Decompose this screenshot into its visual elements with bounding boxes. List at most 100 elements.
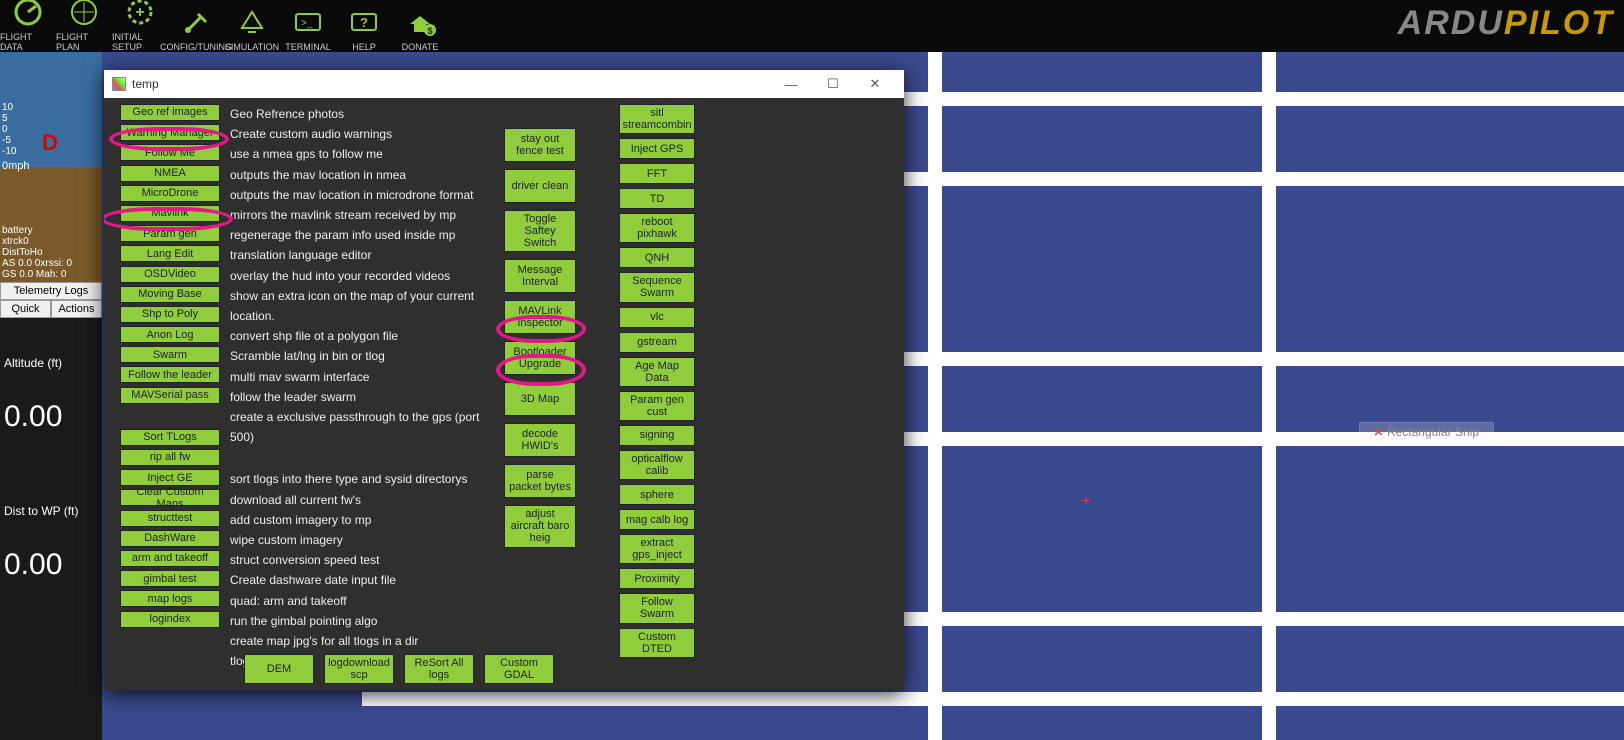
temp-btn-inject-gps[interactable]: Inject GPS (619, 138, 695, 159)
temp-desc: convert shp file ot a polygon file (230, 326, 500, 346)
temp-btn-follow-the-leader[interactable]: Follow the leader (120, 366, 220, 383)
temp-btn-moving-base[interactable]: Moving Base (120, 286, 220, 303)
maximize-button[interactable]: ☐ (812, 76, 854, 92)
temp-btn-dem[interactable]: DEM (244, 654, 314, 684)
temp-desc: quad: arm and takeoff (230, 591, 500, 611)
temp-btn-vlc[interactable]: vlc (619, 307, 695, 328)
temp-btn-clear-custom-maps[interactable]: Clear Custom Maps (120, 489, 220, 506)
temp-btn-driver-clean[interactable]: driver clean (504, 169, 576, 203)
dist-wp-value: 0.00 (4, 548, 98, 582)
temp-desc: wipe custom imagery (230, 530, 500, 550)
temp-btn-swarm[interactable]: Swarm (120, 346, 220, 363)
temp-btn-qnh[interactable]: QNH (619, 247, 695, 268)
temp-btn-gimbal-test[interactable]: gimbal test (120, 570, 220, 587)
temp-btn-param-gen-cust[interactable]: Param gen cust (619, 391, 695, 421)
button-column-2: stay out fence test driver clean Toggle Sa… (504, 128, 584, 548)
temp-btn-structtest[interactable]: structtest (120, 510, 220, 527)
temp-btn-message-interval[interactable]: Message Interval (504, 259, 576, 293)
temp-desc: overlay the hud into your recorded video… (230, 266, 500, 286)
temp-btn-signing[interactable]: signing (619, 425, 695, 446)
temp-btn-sequence-swarm[interactable]: Sequence Swarm (619, 272, 695, 302)
temp-desc: outputs the mav location in microdrone f… (230, 185, 500, 205)
temp-btn-sitl-streamcombin[interactable]: sitl streamcombin (619, 104, 695, 134)
temp-btn-follow-me[interactable]: Follow Me (120, 144, 220, 161)
temp-btn-param-gen[interactable]: Param gen (120, 225, 220, 242)
svg-text:+: + (135, 4, 144, 21)
temp-btn-parse-packet-bytes[interactable]: parse packet bytes (504, 464, 576, 498)
temp-btn-map-logs[interactable]: map logs (120, 590, 220, 607)
temp-btn-inject-ge[interactable]: Inject GE (120, 469, 220, 486)
temp-btn-age-map-data[interactable]: Age Map Data (619, 357, 695, 387)
temp-btn-mavlink-inspector[interactable]: MAVLink Inspector (504, 300, 576, 334)
temp-btn-sphere[interactable]: sphere (619, 484, 695, 505)
temp-btn-follow-swarm[interactable]: Follow Swarm (619, 593, 695, 623)
temp-btn-toggle-saftey-switch[interactable]: Toggle Saftey Switch (504, 210, 576, 252)
temp-btn-fft[interactable]: FFT (619, 163, 695, 184)
temp-btn-opticalflow-calib[interactable]: opticalflow calib (619, 450, 695, 480)
temp-btn-td[interactable]: TD (619, 188, 695, 209)
temp-desc: regenerage the param info used inside mp (230, 225, 500, 245)
temp-btn-nmea[interactable]: NMEA (120, 165, 220, 182)
temp-btn-logdownload-scp[interactable]: logdownload scp (324, 654, 394, 684)
temp-btn-custom-dted[interactable]: Custom DTED (619, 628, 695, 658)
temp-desc: outputs the mav location in nmea (230, 165, 500, 185)
temp-btn-shp-to-poly[interactable]: Shp to Poly (120, 306, 220, 323)
tool-donate[interactable]: $DONATE (392, 6, 448, 52)
temp-desc: struct conversion speed test (230, 550, 500, 570)
temp-dialog: temp — ☐ ✕ Geo ref images Warning Manager… (104, 70, 904, 690)
tool-help[interactable]: ?HELP (336, 6, 392, 52)
tab-actions[interactable]: Actions (51, 300, 102, 318)
temp-btn-geo-ref-images[interactable]: Geo ref images (120, 104, 220, 121)
tool-flight-data[interactable]: FLIGHT DATA (0, 0, 56, 52)
temp-btn-lang-edit[interactable]: Lang Edit (120, 245, 220, 262)
temp-btn-dashware[interactable]: DashWare (120, 530, 220, 547)
temp-btn-adjust-aircraft-baro-heig[interactable]: adjust aircraft baro heig (504, 505, 576, 547)
temp-desc: sort tlogs into there type and sysid dir… (230, 469, 500, 489)
brand-logo: ARDUPILOT (1398, 4, 1614, 43)
temp-desc: translation language editor (230, 245, 500, 265)
temp-desc: download all current fw's (230, 490, 500, 510)
temp-desc: add custom imagery to mp (230, 510, 500, 530)
temp-desc: show an extra icon on the map of your cu… (230, 286, 500, 326)
temp-btn-warning-manager[interactable]: Warning Manager (120, 124, 220, 141)
temp-btn-custom-gdal[interactable]: Custom GDAL (484, 654, 554, 684)
tool-flight-plan[interactable]: FLIGHT PLAN (56, 0, 112, 52)
temp-desc: use a nmea gps to follow me (230, 144, 500, 164)
mode-letter: D (42, 130, 58, 156)
temp-btn-gstream[interactable]: gstream (619, 332, 695, 353)
temp-btn-mag-calb-log[interactable]: mag calb log (619, 509, 695, 530)
temp-btn-bootloader-upgrade[interactable]: Bootloader Upgrade (504, 341, 576, 375)
temp-btn-microdrone[interactable]: MicroDrone (120, 185, 220, 202)
tool-label: FLIGHT PLAN (56, 32, 112, 52)
temp-btn-arm-and-takeoff[interactable]: arm and takeoff (120, 550, 220, 567)
hud-tabstrip: Telemetry Logs (0, 282, 102, 300)
dialog-title-text: temp (132, 77, 159, 91)
temp-btn-proximity[interactable]: Proximity (619, 568, 695, 589)
temp-btn-sort-tlogs[interactable]: Sort TLogs (120, 429, 220, 446)
temp-btn-rip-all-fw[interactable]: rip all fw (120, 449, 220, 466)
temp-desc: create map jpg's for all tlogs in a dir (230, 631, 500, 651)
temp-btn-extract-gps-inject[interactable]: extract gps_inject (619, 534, 695, 564)
tool-label: CONFIG/TUNING (160, 42, 232, 52)
temp-btn-resort-all-logs[interactable]: ReSort All logs (404, 654, 474, 684)
temp-btn-mavserial-pass[interactable]: MAVSerial pass (120, 387, 220, 404)
temp-desc: Scramble lat/lng in bin or tlog (230, 346, 500, 366)
temp-btn-stay-out-fence-test[interactable]: stay out fence test (504, 128, 576, 162)
map-home-marker-icon: + (1082, 492, 1090, 508)
temp-btn-logindex[interactable]: logindex (120, 611, 220, 628)
temp-btn-decode-hwid-s[interactable]: decode HWID's (504, 423, 576, 457)
tool-config-tuning[interactable]: CONFIG/TUNING (168, 6, 224, 52)
tool-simulation[interactable]: SIMULATION (224, 6, 280, 52)
close-button[interactable]: ✕ (854, 76, 896, 92)
tab-telemetry-logs[interactable]: Telemetry Logs (0, 282, 102, 300)
temp-btn-osdvideo[interactable]: OSDVideo (120, 266, 220, 283)
temp-btn-3d-map[interactable]: 3D Map (504, 382, 576, 416)
tab-quick[interactable]: Quick (0, 300, 51, 318)
dialog-titlebar[interactable]: temp — ☐ ✕ (104, 70, 904, 98)
temp-btn-mavlink[interactable]: Mavlink (120, 205, 220, 222)
snip-overlay-button[interactable]: Rectangular Snip (1359, 422, 1494, 442)
tool-terminal[interactable]: >_TERMINAL (280, 6, 336, 52)
temp-btn-reboot-pixhawk[interactable]: reboot pixhawk (619, 213, 695, 243)
temp-btn-anon-log[interactable]: Anon Log (120, 326, 220, 343)
minimize-button[interactable]: — (770, 77, 812, 92)
